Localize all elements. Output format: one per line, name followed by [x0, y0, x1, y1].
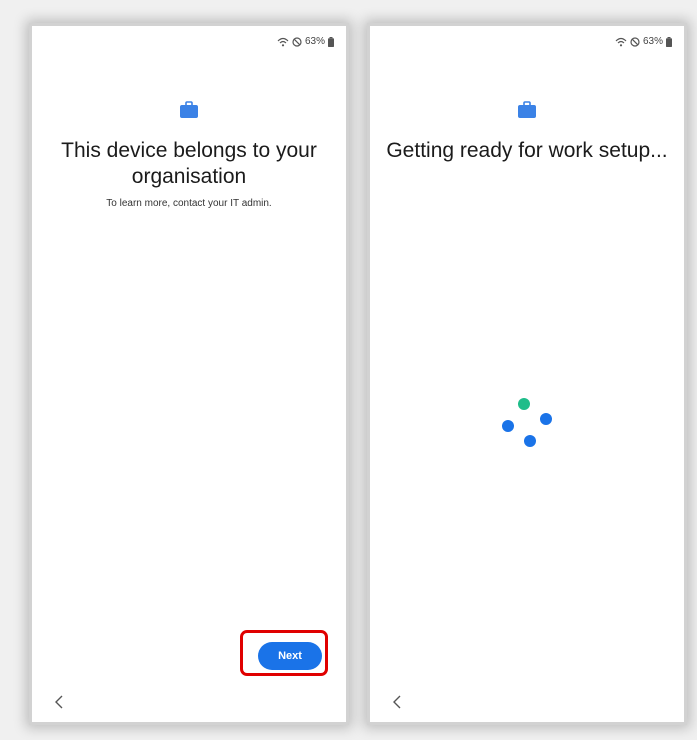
spinner-dot — [524, 435, 536, 447]
battery-icon — [328, 36, 334, 47]
spinner-dot — [502, 420, 514, 432]
wifi-icon — [615, 37, 627, 47]
briefcase-icon — [180, 101, 198, 118]
do-not-disturb-icon — [292, 36, 302, 47]
screen-title: This device belongs to your organisation — [61, 139, 317, 188]
battery-percentage: 63% — [642, 36, 663, 47]
phone-screen-ownership: 63% This device belongs to your organisa… — [32, 26, 346, 722]
battery-icon — [666, 36, 672, 47]
next-button[interactable]: Next — [258, 642, 322, 670]
screen-title: Getting ready for work setup... — [386, 139, 668, 162]
status-bar: 63% — [277, 36, 334, 47]
spinner-dot — [518, 398, 530, 410]
do-not-disturb-icon — [630, 36, 640, 47]
screenshot-canvas: 63% This device belongs to your organisa… — [0, 0, 697, 740]
status-bar: 63% — [615, 36, 672, 47]
loading-spinner — [498, 398, 558, 454]
spinner-dot — [540, 413, 552, 425]
chevron-left-icon[interactable] — [52, 694, 68, 710]
wifi-icon — [277, 37, 289, 47]
battery-percentage: 63% — [304, 36, 325, 47]
screen-subtitle: To learn more, contact your IT admin. — [106, 198, 272, 209]
phone-screen-getting-ready: 63% Getting ready for work setup... — [370, 26, 684, 722]
chevron-left-icon[interactable] — [390, 694, 406, 710]
briefcase-icon — [518, 101, 536, 118]
